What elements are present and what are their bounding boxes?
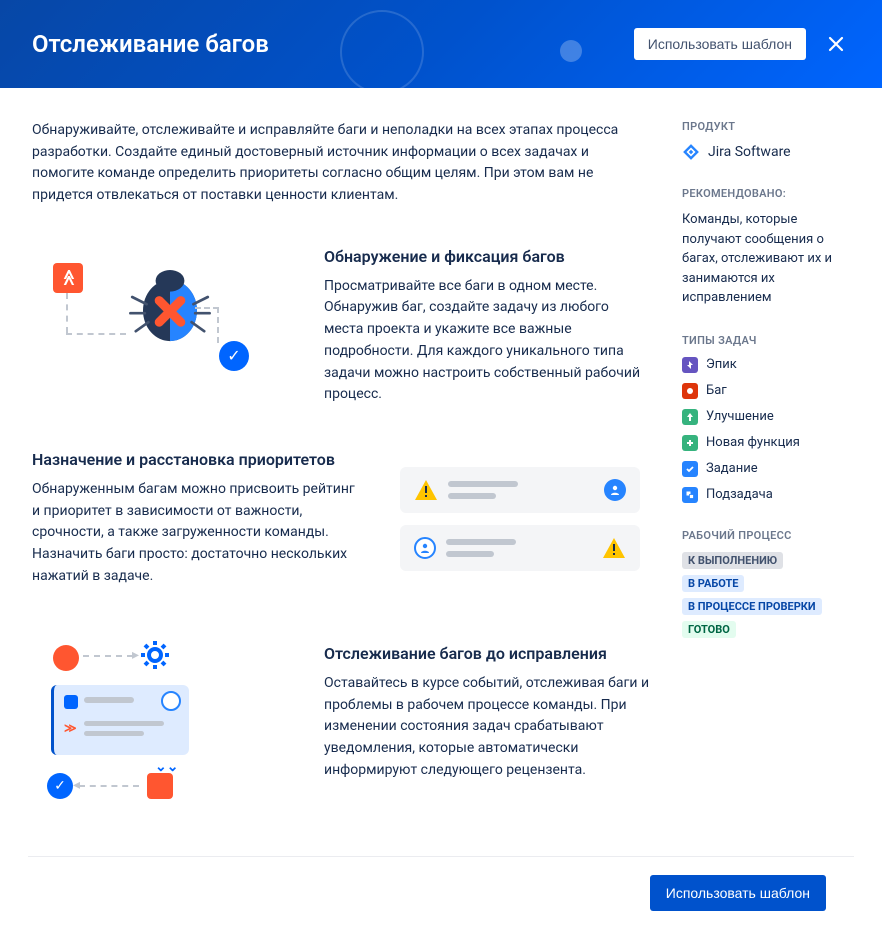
illustration-priority	[390, 450, 650, 600]
recommended-section: РЕКОМЕНДОВАНО: Команды, которые получают…	[682, 187, 858, 308]
task-card-icon: ≫	[51, 685, 189, 755]
issue-type-new-feature: Новая функция	[682, 435, 858, 451]
product-label: ПРОДУКТ	[682, 120, 858, 133]
close-icon[interactable]	[822, 30, 850, 58]
avatar-icon	[414, 537, 436, 559]
feature-body: Обнаруженным багам можно присвоить рейти…	[32, 479, 358, 587]
new-feature-icon	[682, 435, 698, 451]
product-row: Jira Software	[682, 143, 858, 161]
bug-icon	[682, 383, 698, 399]
use-template-button-bottom[interactable]: Использовать шаблон	[650, 875, 826, 911]
issue-type-bug: Баг	[682, 383, 858, 399]
jira-software-icon	[682, 143, 700, 161]
recommended-label: РЕКОМЕНДОВАНО:	[682, 187, 858, 200]
header-actions: Использовать шаблон	[634, 28, 850, 60]
gear-icon	[139, 639, 171, 671]
issue-type-label: Эпик	[706, 357, 737, 372]
issue-type-label: Улучшение	[706, 409, 774, 424]
improvement-icon	[682, 409, 698, 425]
feature-body: Оставайтесь в курсе событий, отслеживая …	[324, 673, 650, 781]
recommended-text: Команды, которые получают сообщения о ба…	[682, 210, 858, 308]
main-content: Обнаруживайте, отслеживайте и исправляйт…	[0, 88, 682, 856]
issue-type-label: Баг	[706, 383, 727, 398]
epic-icon	[682, 357, 698, 373]
illustration-workflow: ≫ ⌄⌄ ✓	[32, 644, 292, 794]
status-dot-icon	[53, 645, 79, 671]
status-box-icon	[147, 773, 173, 799]
sidebar: ПРОДУКТ Jira Software РЕКОМЕНДОВАНО: Ком…	[682, 88, 882, 856]
modal-footer: Использовать шаблон	[28, 856, 854, 933]
warning-icon	[602, 537, 626, 559]
feature-title: Обнаружение и фиксация багов	[324, 247, 650, 266]
issue-types-label: ТИПЫ ЗАДАЧ	[682, 334, 858, 347]
workflow-status-in-progress: В РАБОТЕ	[682, 575, 744, 592]
feature-detect: ✓ Обнаружение и фиксация багов Просматри…	[32, 247, 650, 406]
workflow-status-done: ГОТОВО	[682, 621, 736, 638]
issue-type-epic: Эпик	[682, 357, 858, 373]
issue-type-label: Задание	[706, 461, 758, 476]
warning-icon	[414, 479, 438, 501]
feature-title: Назначение и расстановка приоритетов	[32, 450, 358, 469]
use-template-button-top[interactable]: Использовать шаблон	[634, 28, 806, 60]
workflow-status-in-review: В ПРОЦЕССЕ ПРОВЕРКИ	[682, 598, 822, 615]
product-section: ПРОДУКТ Jira Software	[682, 120, 858, 161]
workflow-status-todo: К ВЫПОЛНЕНИЮ	[682, 552, 783, 569]
modal-title: Отслеживание багов	[32, 30, 269, 58]
product-name: Jira Software	[708, 144, 791, 160]
issue-type-label: Подзадача	[706, 487, 773, 502]
subtask-icon	[682, 487, 698, 503]
issue-type-improvement: Улучшение	[682, 409, 858, 425]
issue-type-task: Задание	[682, 461, 858, 477]
feature-title: Отслеживание багов до исправления	[324, 644, 650, 663]
check-icon: ✓	[47, 773, 73, 799]
issue-type-subtask: Подзадача	[682, 487, 858, 503]
feature-body: Просматривайте все баги в одном месте. О…	[324, 276, 650, 406]
illustration-bug: ✓	[32, 247, 292, 397]
workflow-section: РАБОЧИЙ ПРОЦЕСС К ВЫПОЛНЕНИЮ В РАБОТЕ В …	[682, 529, 858, 638]
feature-priority: Назначение и расстановка приоритетов Обн…	[32, 450, 650, 600]
feature-track: ≫ ⌄⌄ ✓ Отслеживание багов до исправления…	[32, 644, 650, 794]
priority-up-icon	[53, 263, 83, 293]
modal-header: Отслеживание багов Использовать шаблон	[0, 0, 882, 88]
intro-text: Обнаруживайте, отслеживайте и исправляйт…	[32, 120, 622, 207]
check-icon: ✓	[219, 341, 249, 371]
modal-body: Обнаруживайте, отслеживайте и исправляйт…	[0, 88, 882, 856]
bug-icon	[125, 261, 215, 351]
issue-type-label: Новая функция	[706, 435, 800, 450]
avatar-icon	[604, 479, 626, 501]
issue-types-section: ТИПЫ ЗАДАЧ Эпик Баг Улучшение	[682, 334, 858, 503]
workflow-label: РАБОЧИЙ ПРОЦЕСС	[682, 529, 858, 542]
task-icon	[682, 461, 698, 477]
template-modal: Отслеживание багов Использовать шаблон О…	[0, 0, 882, 933]
